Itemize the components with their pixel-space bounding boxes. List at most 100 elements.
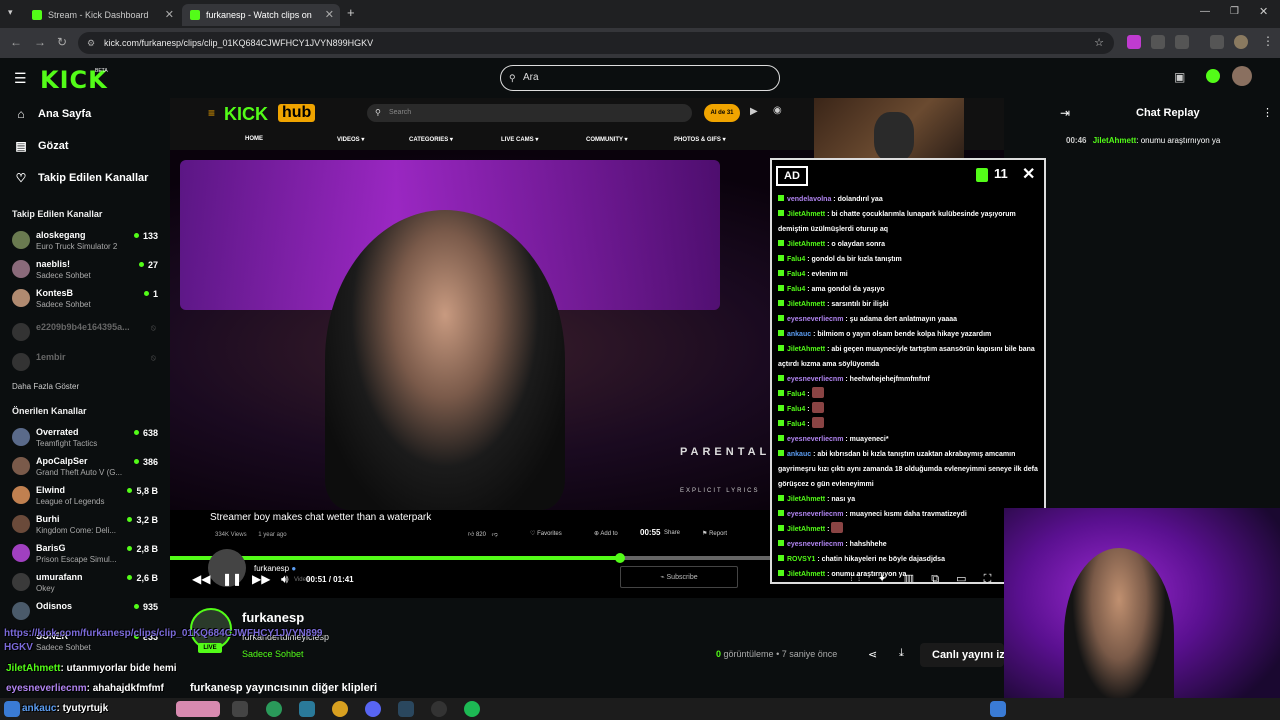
seek-handle[interactable] (615, 553, 625, 563)
recommended-channel[interactable]: Elwind League of Legends 5,8 B (12, 483, 162, 509)
browser-menu-icon[interactable]: ⋮ (1262, 34, 1274, 48)
discord-icon[interactable] (365, 701, 381, 717)
extensions-puzzle-icon[interactable] (1175, 35, 1189, 49)
chat-username[interactable]: Falu4 (787, 271, 805, 278)
sidebar-item-home[interactable]: ⌂ Ana Sayfa (14, 107, 91, 121)
kick-k-icon[interactable] (1206, 69, 1220, 83)
chat-username[interactable]: JiletAhmett (787, 526, 825, 533)
followed-channel-offline[interactable]: 1embir ⦸ (12, 350, 162, 376)
fullscreen-icon[interactable]: ⛶ (984, 573, 992, 582)
chat-username[interactable]: ROVSY1 (787, 556, 815, 563)
recommended-channel[interactable]: BarisG Prison Escape Simul... 2,8 B (12, 541, 162, 567)
rewind-icon[interactable]: ◀◀ (192, 572, 210, 586)
upload-video-icon[interactable]: ▶ (750, 106, 758, 117)
theater-icon[interactable]: ▥ (904, 573, 914, 582)
url-bar[interactable]: ⚙ kick.com/furkanesp/clips/clip_01KQ684C… (78, 32, 1114, 54)
hamburger-menu-icon[interactable]: ☰ (14, 70, 27, 87)
chat-username[interactable]: eyesneverliecnm (787, 541, 843, 548)
search-input[interactable]: ⚲ Ara (500, 65, 780, 91)
new-tab-icon[interactable]: + (347, 5, 355, 20)
recommended-channel[interactable]: umurafann Okey 2,6 B (12, 570, 162, 596)
site-nav-community[interactable]: COMMUNITY ▾ (586, 136, 628, 143)
chrome-icon[interactable] (332, 701, 348, 717)
followed-channel[interactable]: KontesB Sadece Sohbet 1 (12, 286, 162, 312)
back-icon[interactable]: ← (10, 35, 22, 49)
followed-channel-offline[interactable]: e2209b9b4e164395a... ⦸ (12, 320, 162, 346)
download-icon[interactable]: ⤓ (899, 647, 904, 660)
pause-icon[interactable]: ❚❚ (222, 572, 242, 586)
chat-username[interactable]: eyesneverliecnm (787, 316, 843, 323)
channel-category[interactable]: Sadece Sohbet (242, 649, 304, 659)
add-to-button[interactable]: ⊕ Add to (594, 530, 618, 537)
start-icon[interactable] (4, 701, 20, 717)
site-nav-categories[interactable]: CATEGORIES ▾ (409, 136, 453, 143)
minimize-icon[interactable]: — (1200, 6, 1210, 17)
share-icon[interactable]: ⋖ (868, 648, 877, 661)
site-nav-live-cams[interactable]: LIVE CAMS ▾ (501, 136, 538, 143)
chat-username[interactable]: ankauc (787, 331, 811, 338)
forward-icon[interactable]: → (34, 35, 46, 49)
bookmark-star-icon[interactable]: ☆ (1094, 32, 1104, 54)
sidebar-item-browse[interactable]: ▤ Gözat (14, 139, 68, 153)
show-more-link[interactable]: Daha Fazla Göster (12, 382, 79, 391)
app-blue-icon[interactable] (299, 701, 315, 717)
camera-icon[interactable]: ◉ (773, 105, 782, 116)
chat-username[interactable]: JiletAhmett (787, 211, 825, 218)
site-logo[interactable]: KICK (224, 104, 268, 125)
sidebar-item-following[interactable]: ♡ Takip Edilen Kanallar (14, 171, 149, 185)
extension-game-icon[interactable] (1151, 35, 1165, 49)
subscribe-button[interactable]: ⌁ Subscribe (620, 566, 738, 588)
report-button[interactable]: ⚑ Report (702, 530, 727, 537)
steam-icon[interactable] (398, 701, 414, 717)
chat-username[interactable]: JiletAhmett (787, 571, 825, 578)
chat-username[interactable]: eyesneverliecnm (787, 436, 843, 443)
recommended-channel[interactable]: Burhi Kingdom Come: Deli... 3,2 B (12, 512, 162, 538)
volume-icon[interactable]: 🔊︎ (281, 572, 289, 587)
reading-list-icon[interactable] (1210, 35, 1224, 49)
chat-username[interactable]: Falu4 (787, 406, 805, 413)
obs-icon[interactable] (431, 701, 447, 717)
site-badge[interactable]: AI de 31 (704, 104, 740, 122)
site-nav-videos[interactable]: VIDEOS ▾ (337, 136, 364, 143)
chat-username[interactable]: Falu4 (787, 391, 805, 398)
chat-username[interactable]: JiletAhmett (787, 241, 825, 248)
reload-icon[interactable]: ↻ (57, 35, 67, 49)
close-tab-icon[interactable]: ✕ (165, 8, 174, 21)
like-button[interactable]: 👍︎ 820 👎︎ (468, 530, 498, 538)
chat-menu-icon[interactable]: ⋮ (1262, 106, 1273, 119)
window-close-icon[interactable]: ✕ (1259, 5, 1268, 18)
tab-search-icon[interactable]: ▾ (8, 7, 13, 18)
spotify-icon[interactable] (464, 701, 480, 717)
chat-username[interactable]: Falu4 (787, 256, 805, 263)
recommended-channel[interactable]: Odisnos 935 (12, 599, 162, 625)
chat-username[interactable]: Falu4 (787, 286, 805, 293)
extension-icon[interactable] (1127, 35, 1141, 49)
close-ad-icon[interactable]: ✕ (1022, 164, 1035, 184)
followed-channel[interactable]: naeblis! Sadece Sohbet 27 (12, 257, 162, 283)
message-user[interactable]: JiletAhmett (1093, 136, 1137, 145)
clip-icon[interactable]: ▣ (1174, 70, 1185, 84)
channel-name[interactable]: furkanesp (242, 610, 304, 625)
share-button[interactable]: Share (664, 530, 680, 536)
chat-username[interactable]: vendelavolna (787, 196, 831, 203)
chat-username[interactable]: eyesneverliecnm (787, 376, 843, 383)
followed-channel[interactable]: aloskegang Euro Truck Simulator 2 133 (12, 228, 162, 254)
forward-icon[interactable]: ▶▶ (252, 572, 270, 586)
chat-username[interactable]: Falu4 (787, 421, 805, 428)
collapse-chat-icon[interactable]: ⇥ (1060, 106, 1070, 120)
task-view-icon[interactable] (232, 701, 248, 717)
site-search-input[interactable]: ⚲ Search (367, 104, 692, 122)
site-nav-home[interactable]: HOME (245, 136, 263, 142)
chat-username[interactable]: JiletAhmett (787, 346, 825, 353)
pip-icon[interactable]: ⧉ (931, 573, 939, 582)
tab-furkanesp-clips[interactable]: furkanesp - Watch clips on ✕ (182, 4, 340, 26)
cast-icon[interactable]: ▭ (956, 573, 966, 582)
recommended-channel[interactable]: ApoCalpSer Grand Theft Auto V (G... 386 (12, 454, 162, 480)
app-green-icon[interactable] (266, 701, 282, 717)
chat-username[interactable]: JiletAhmett (787, 301, 825, 308)
watch-live-button[interactable]: Canlı yayını izle (920, 643, 1004, 667)
site-menu-icon[interactable]: ≡ (208, 106, 215, 120)
recommended-channel[interactable]: Overrated Teamfight Tactics 638 (12, 425, 162, 451)
user-avatar[interactable] (1232, 66, 1252, 86)
close-tab-icon[interactable]: ✕ (325, 8, 334, 21)
